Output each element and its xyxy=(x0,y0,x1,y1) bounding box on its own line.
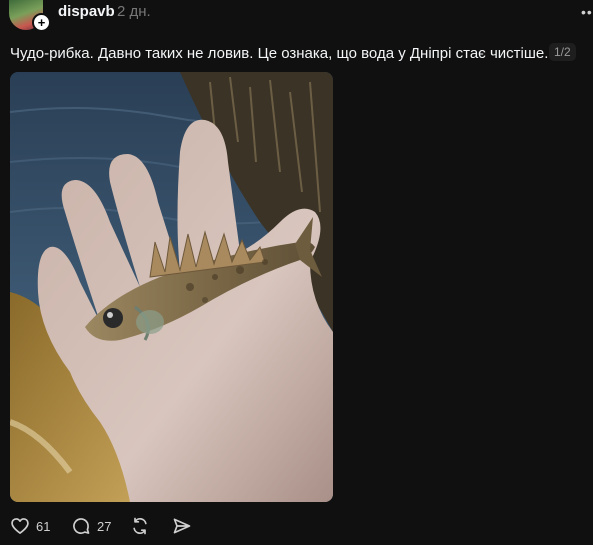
media-counter: 1/2 xyxy=(549,43,576,61)
author-avatar[interactable]: + xyxy=(9,0,51,32)
send-icon xyxy=(173,518,191,534)
comment-count: 27 xyxy=(97,518,112,534)
repost-icon xyxy=(133,517,147,535)
more-options-icon[interactable]: ••• xyxy=(581,6,593,18)
comment-button[interactable]: 27 xyxy=(71,515,111,537)
photo-fish-in-hand xyxy=(10,72,333,502)
repost-button[interactable] xyxy=(130,515,150,537)
heart-icon xyxy=(11,518,29,534)
like-count: 61 xyxy=(36,518,51,534)
share-button[interactable] xyxy=(172,515,192,537)
post-timestamp[interactable]: 2 дн. xyxy=(117,3,151,20)
like-button[interactable]: 61 xyxy=(10,515,50,537)
post-card: + dispavb 2 дн. ••• Чудо-рибка. Давно та… xyxy=(0,0,593,545)
post-caption: Чудо-рибка. Давно таких не ловив. Це озн… xyxy=(10,45,549,62)
post-photo[interactable] xyxy=(10,72,333,502)
author-username[interactable]: dispavb xyxy=(58,3,115,20)
comment-bubble-icon xyxy=(73,518,90,534)
follow-plus-icon[interactable]: + xyxy=(32,13,51,32)
